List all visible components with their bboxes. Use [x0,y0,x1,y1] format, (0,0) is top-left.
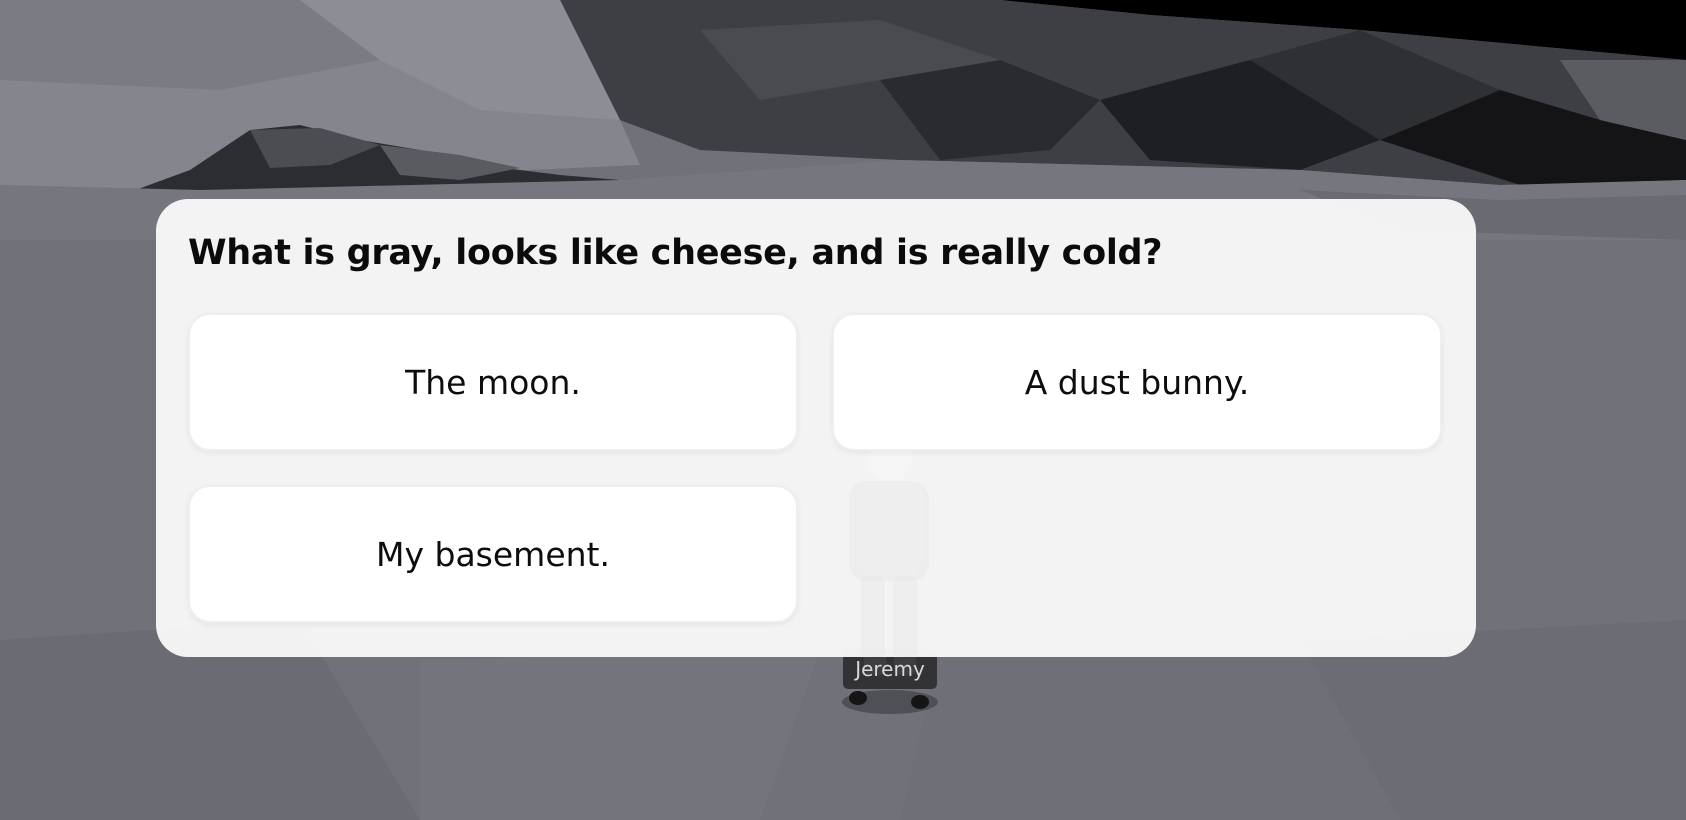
answer-button-1[interactable]: The moon. [188,313,798,451]
answer-label: The moon. [405,362,581,402]
answer-label: My basement. [376,534,610,574]
quiz-question: What is gray, looks like cheese, and is … [188,233,1163,273]
quiz-dialog: What is gray, looks like cheese, and is … [156,199,1476,657]
character-silhouette [849,481,929,657]
answer-button-3[interactable]: My basement. [188,485,798,623]
answer-label: A dust bunny. [1024,362,1250,402]
answer-button-2[interactable]: A dust bunny. [832,313,1442,451]
